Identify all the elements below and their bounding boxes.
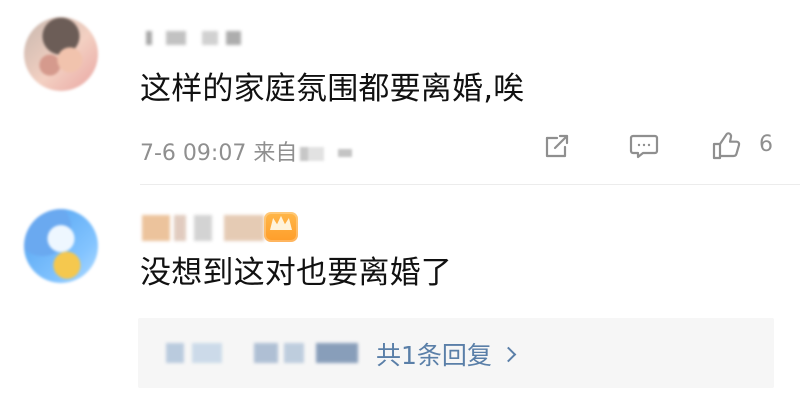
comment-text: 这样的家庭氛围都要离婚,唉 [140,71,525,107]
reply-count-label: 共1条回复 [376,341,492,370]
blurred-source [300,147,325,161]
crown-badge-icon [264,212,298,242]
reply-summary[interactable]: 共1条回复 [138,318,774,388]
comment-divider [140,184,800,185]
comment-button[interactable] [625,127,663,165]
like-button[interactable]: 6 [708,127,778,165]
blurred-source-tail [338,149,353,157]
blurred-username[interactable] [142,215,264,241]
comment-icon [625,127,663,165]
like-count: 6 [759,132,773,157]
view-replies-link[interactable]: 共1条回复 [376,336,517,372]
blurred-username[interactable] [146,31,241,45]
comment-text: 没想到这对也要离婚了 [140,255,452,291]
blurred-reply-preview [166,343,358,363]
comment-time: 7-6 09:07 [140,141,247,166]
chevron-right-icon [500,346,517,363]
comment-meta: 7-6 09:07 来自 [140,135,353,167]
avatar[interactable] [24,209,98,283]
share-button[interactable] [538,127,576,165]
avatar[interactable] [24,17,98,91]
source-prefix: 来自 [253,141,298,166]
share-icon [538,127,576,165]
